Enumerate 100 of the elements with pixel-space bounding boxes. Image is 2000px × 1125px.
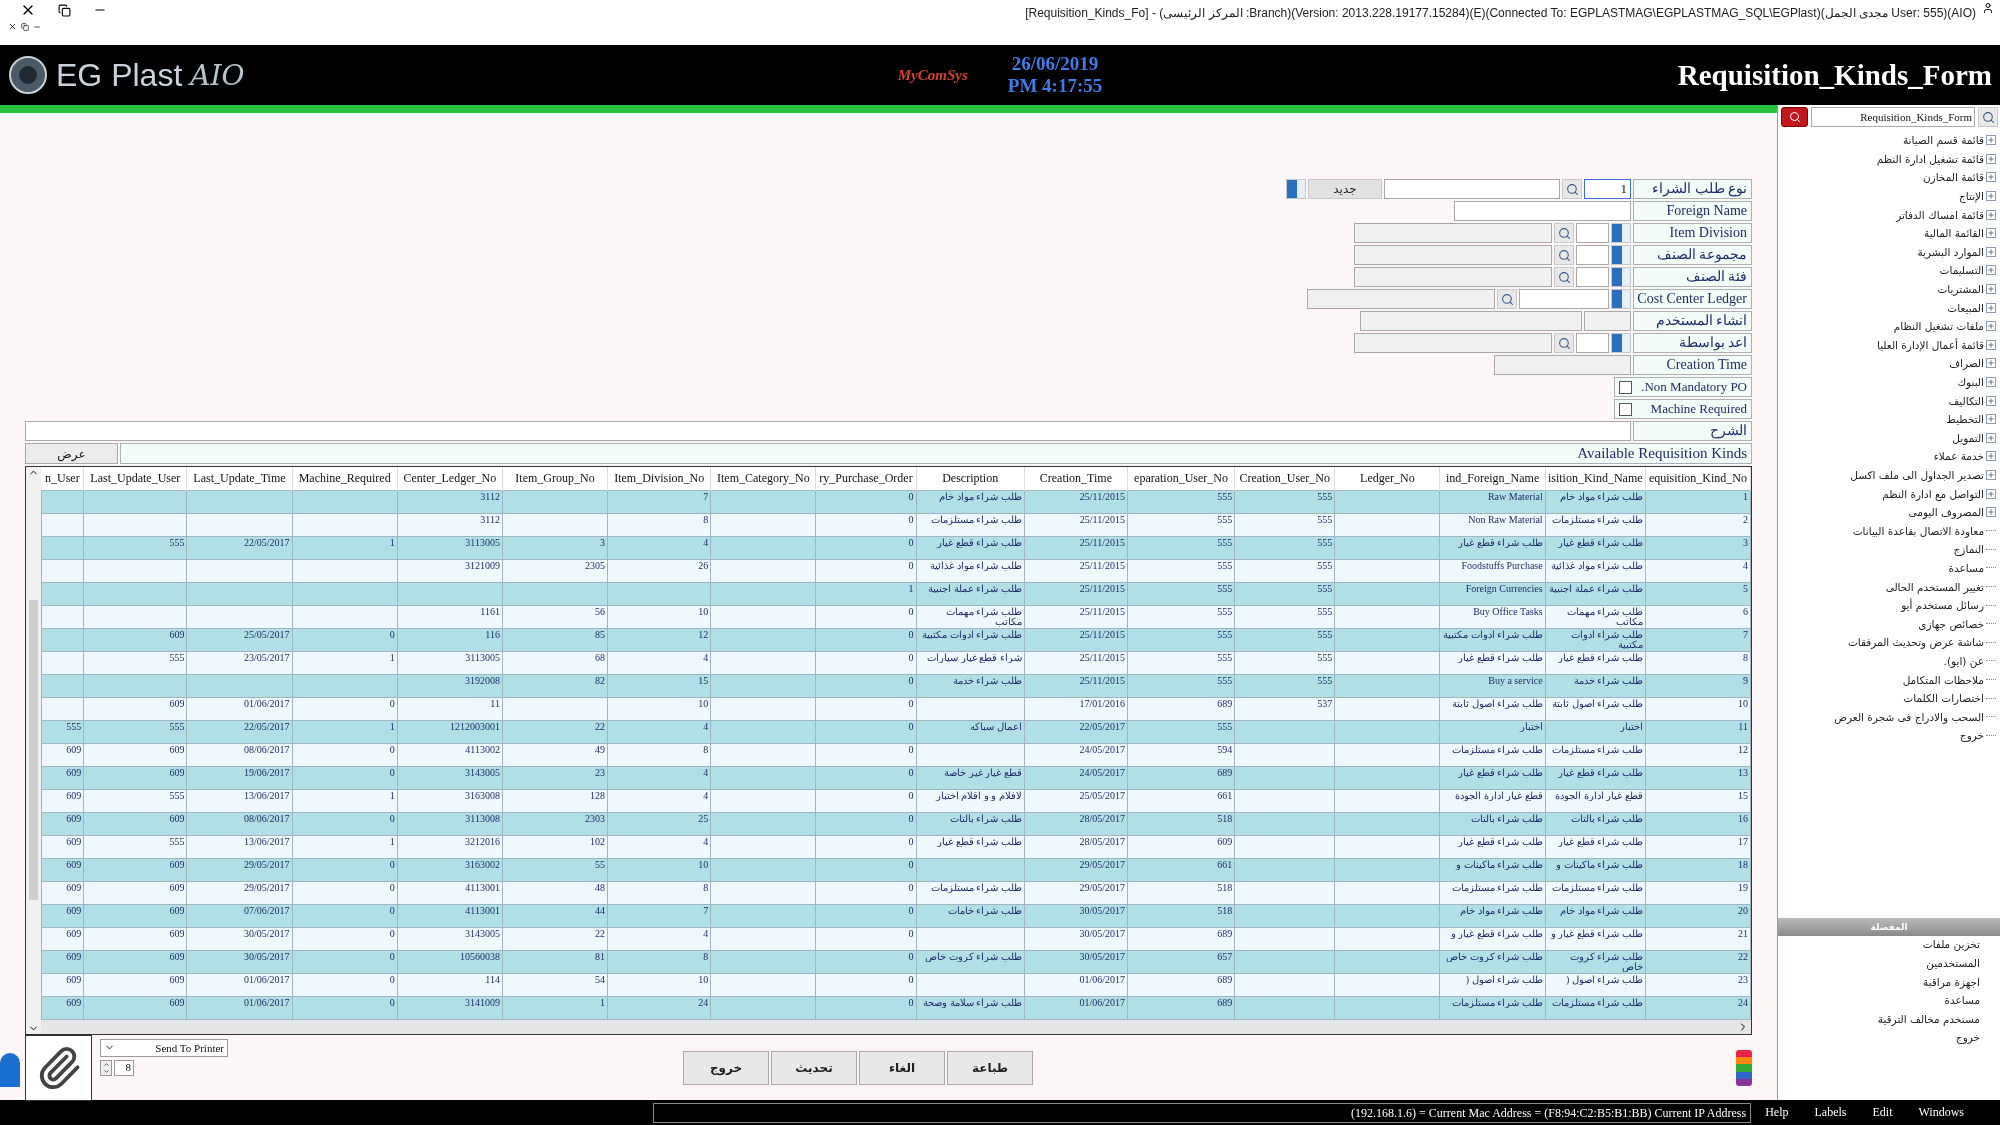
tree-item[interactable]: خروج — [1778, 726, 1996, 745]
tree-item[interactable]: قائمة المخازن — [1778, 168, 1996, 187]
tree-item[interactable]: التخطيط — [1778, 409, 1996, 429]
app-icon[interactable] — [0, 1052, 20, 1087]
tree-item[interactable]: رسائل مستخدم أيو — [1778, 595, 1996, 615]
text-field[interactable] — [1494, 355, 1631, 375]
tree-item[interactable]: الإنتاج — [1778, 186, 1996, 206]
expand-icon[interactable] — [1986, 414, 1996, 425]
search-icon[interactable] — [1554, 267, 1574, 287]
expand-icon[interactable] — [1986, 302, 1996, 313]
search-icon[interactable] — [1497, 289, 1517, 309]
tree-item[interactable]: شاشة عرض وتحديث المرفقات — [1778, 633, 1996, 652]
code-field[interactable] — [1576, 245, 1609, 265]
name-field[interactable] — [1354, 245, 1552, 265]
column-header[interactable]: Description — [916, 467, 1025, 490]
column-header[interactable]: ind_Foreign_Name — [1440, 467, 1546, 490]
expand-icon[interactable] — [1986, 358, 1996, 369]
tree-item[interactable]: الموارد البشرية — [1778, 242, 1996, 262]
name-field[interactable] — [1354, 333, 1552, 353]
picker-icon[interactable] — [1611, 289, 1631, 309]
name-field[interactable] — [1384, 179, 1560, 199]
column-header[interactable]: Last_Update_Time — [186, 467, 293, 490]
menu-item[interactable]: Labels — [1814, 1105, 1847, 1120]
close-icon[interactable] — [8, 22, 17, 31]
favorite-item[interactable]: اجهزة مراقبة — [1778, 975, 2000, 995]
favorite-item[interactable]: خروج — [1778, 1031, 2000, 1050]
tree-item[interactable]: قائمة أعمال الإدارة العليا — [1778, 335, 1996, 355]
column-header[interactable]: isition_Kind_Name — [1545, 467, 1646, 490]
show-button[interactable]: عرض — [25, 443, 118, 464]
print-target-dropdown[interactable]: Send To Printer — [100, 1038, 228, 1057]
books-icon[interactable] — [1736, 1049, 1752, 1086]
name-field[interactable] — [1354, 223, 1552, 243]
tree-item[interactable]: النمازج — [1778, 540, 1996, 559]
tree-item[interactable]: تصدير الجداول الى ملف اكسل — [1778, 465, 1996, 485]
copies-field[interactable]: 8 — [114, 1059, 134, 1076]
expand-icon[interactable] — [1986, 395, 1996, 406]
tree-item[interactable]: خصائص جهازى — [1778, 614, 1996, 634]
expand-icon[interactable] — [1986, 470, 1996, 480]
column-header[interactable]: n_User — [41, 467, 84, 490]
tree-item[interactable]: قائمة تشغيل ادارة النظم — [1778, 149, 1996, 169]
expand-icon[interactable] — [1986, 284, 1996, 295]
column-header[interactable]: Item_Group_No — [502, 467, 608, 490]
code-field[interactable]: 1 — [1584, 179, 1631, 199]
tree-item[interactable]: عن (ايو). — [1778, 651, 1996, 671]
tree-item[interactable]: قائمة قسم الصيانة — [1778, 131, 1996, 150]
favorite-item[interactable]: مستخدم مخالف الترقية — [1778, 1012, 2000, 1032]
tree-item[interactable]: ملفات تشغيل النظام — [1778, 316, 1996, 336]
search-icon[interactable] — [1978, 107, 1998, 127]
action-button[interactable]: الغاء — [859, 1050, 945, 1085]
expand-icon[interactable] — [1986, 339, 1996, 350]
column-header[interactable]: equisition_Kind_No — [1645, 467, 1751, 490]
tree-item[interactable]: مساعدة — [1778, 558, 1996, 578]
restore-icon[interactable] — [58, 3, 71, 17]
favorite-item[interactable]: مساعدة — [1778, 994, 2000, 1013]
tree-item[interactable]: تغيير المستخدم الحالى — [1778, 577, 1996, 596]
search-icon[interactable] — [1562, 179, 1582, 199]
column-header[interactable]: eparation_User_No — [1127, 467, 1235, 490]
menu-search-field[interactable]: Requisition_Kinds_Form — [1811, 107, 1975, 127]
search-icon[interactable] — [1554, 223, 1574, 243]
text-field[interactable] — [1454, 201, 1631, 221]
menu-item[interactable]: Edit — [1872, 1105, 1893, 1120]
menu-item[interactable]: Help — [1765, 1105, 1789, 1120]
column-header[interactable]: Machine_Required — [292, 467, 398, 490]
favorite-item[interactable]: المستخدمين — [1778, 957, 2000, 976]
expand-icon[interactable] — [1986, 172, 1996, 183]
column-header[interactable]: Item_Division_No — [607, 467, 711, 490]
tree-item[interactable]: ملاحظات المتكامل — [1778, 670, 1996, 689]
checkbox[interactable] — [1619, 402, 1632, 416]
column-header[interactable]: Last_Update_User — [83, 467, 187, 490]
expand-icon[interactable] — [1986, 321, 1996, 332]
expand-icon[interactable] — [1986, 228, 1996, 239]
vertical-scrollbar[interactable] — [26, 467, 41, 1034]
menu-item[interactable]: Windows — [1918, 1105, 1964, 1120]
tree-item[interactable]: معاودة الاتصال بقاعدة البيانات — [1778, 521, 1996, 541]
search-icon[interactable] — [1554, 245, 1574, 265]
tree-item[interactable]: المبيعات — [1778, 298, 1996, 317]
code-field[interactable] — [1576, 333, 1609, 353]
favorite-item[interactable]: تخزين ملفات — [1778, 938, 2000, 958]
action-button[interactable]: خروج — [683, 1050, 769, 1085]
expand-icon[interactable] — [1986, 488, 1996, 499]
tree-item[interactable]: الصراف — [1778, 354, 1996, 373]
spinner-buttons[interactable] — [100, 1059, 112, 1076]
expand-icon[interactable] — [1986, 432, 1996, 443]
code-field[interactable] — [1584, 311, 1631, 331]
column-header[interactable]: Item_Category_No — [710, 467, 816, 490]
search-icon[interactable] — [1554, 333, 1574, 353]
tree-item[interactable]: التسليمات — [1778, 261, 1996, 280]
code-field[interactable] — [1576, 223, 1609, 243]
picker-icon[interactable] — [1611, 333, 1631, 353]
expand-icon[interactable] — [1986, 451, 1996, 462]
column-header[interactable]: Creation_Time — [1024, 467, 1128, 490]
picker-icon[interactable] — [1611, 245, 1631, 265]
name-field[interactable] — [1354, 267, 1552, 287]
expand-icon[interactable] — [1986, 265, 1996, 276]
checkbox[interactable] — [1619, 380, 1632, 394]
code-field[interactable] — [1576, 267, 1609, 287]
new-button[interactable]: جديد — [1308, 179, 1382, 199]
expand-icon[interactable] — [1986, 191, 1996, 202]
description-field[interactable] — [25, 421, 1631, 441]
expand-icon[interactable] — [1986, 507, 1996, 518]
